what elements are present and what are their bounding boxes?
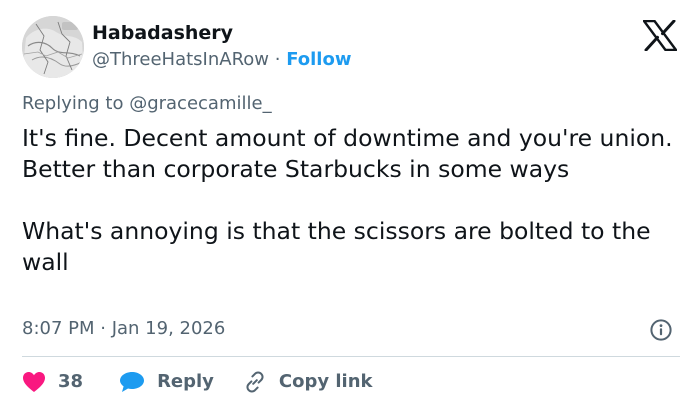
heart-icon — [23, 372, 45, 392]
like-count: 38 — [58, 371, 84, 392]
link-icon — [246, 371, 264, 393]
like-button[interactable]: 38 — [22, 370, 83, 394]
speech-bubble-icon — [120, 372, 145, 392]
action-bar: 38 Reply Copy link — [22, 368, 373, 396]
tweet-paragraph: It's fine. Decent amount of downtime and… — [22, 124, 673, 183]
handle-separator: · — [269, 49, 287, 70]
follow-button[interactable]: Follow — [286, 49, 351, 70]
divider — [22, 356, 680, 357]
copy-link-label: Copy link — [278, 371, 373, 392]
tweet-body: It's fine. Decent amount of downtime and… — [22, 123, 682, 278]
reply-button[interactable]: Reply — [119, 370, 214, 394]
map-avatar-image — [22, 16, 84, 78]
timestamp[interactable]: 8:07 PM · Jan 19, 2026 — [22, 317, 225, 341]
handle[interactable]: @ThreeHatsInARow — [92, 49, 269, 70]
tweet-card: Habadashery @ThreeHatsInARow · Follow Re… — [0, 0, 700, 410]
handle-line: @ThreeHatsInARow · Follow — [92, 48, 351, 72]
avatar[interactable] — [22, 16, 84, 78]
info-icon[interactable] — [650, 319, 672, 341]
display-name[interactable]: Habadashery — [92, 21, 233, 45]
tweet-paragraph: What's annoying is that the scissors are… — [22, 217, 651, 276]
copy-link-button[interactable]: Copy link — [243, 370, 373, 394]
replying-to: Replying to @gracecamille_ — [22, 93, 272, 114]
reply-label: Reply — [157, 371, 214, 392]
x-logo-icon[interactable] — [642, 19, 678, 52]
